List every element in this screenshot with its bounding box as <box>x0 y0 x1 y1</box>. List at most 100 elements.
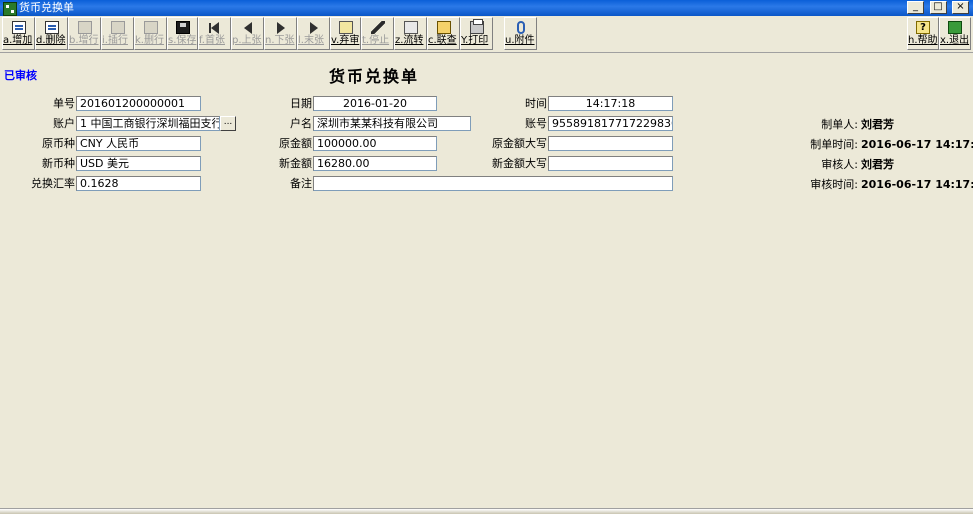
attachment-button-label: u.附件 <box>505 35 535 46</box>
toolbar: a.增加 d.删除 b.增行 i.插行 k.删行 s.保存 f.首张 p.上张 … <box>0 16 973 53</box>
minimize-icon: _ <box>913 1 918 12</box>
unaudit-button[interactable]: v.弃审 <box>330 17 361 50</box>
unaudit-button-label: v.弃审 <box>331 35 360 46</box>
close-icon: × <box>956 1 965 12</box>
save-button-label: s.保存 <box>168 35 197 46</box>
account-name-label: 户名 <box>290 117 312 130</box>
link-query-button[interactable]: c.联查 <box>427 17 460 50</box>
remark-label: 备注 <box>290 177 312 190</box>
new-currency-field[interactable]: USD 美元 <box>76 156 201 171</box>
audit-time-value: 2016-06-17 14:17:50 <box>861 178 973 191</box>
bottom-border <box>0 508 973 514</box>
auditor-label: 审核人: <box>821 158 858 171</box>
stop-button-label: t.停止 <box>362 35 390 46</box>
delete-row-icon <box>143 21 158 34</box>
delete-row-button-label: k.删行 <box>135 35 164 46</box>
maximize-icon: □ <box>933 1 943 12</box>
next-record-button[interactable]: n.下张 <box>264 17 297 50</box>
new-currency-label: 新币种 <box>42 157 75 170</box>
attachment-icon <box>516 21 525 34</box>
delete-button-label: d.删除 <box>36 35 66 46</box>
help-icon: ? <box>916 21 930 34</box>
account-label: 账户 <box>53 117 75 130</box>
add-button-label: a.增加 <box>3 35 33 46</box>
audit-status: 已审核 <box>4 69 37 82</box>
doc-no-field[interactable]: 201601200000001 <box>76 96 201 111</box>
window-title: 货币兑换单 <box>19 1 74 14</box>
rate-label: 兑换汇率 <box>31 177 75 190</box>
date-label: 日期 <box>290 97 312 110</box>
save-disk-icon <box>175 21 190 34</box>
account-no-field[interactable]: 95589181771722983​68 <box>548 116 673 131</box>
created-time-label: 制单时间: <box>810 138 858 151</box>
new-amount-label: 新金额 <box>279 157 312 170</box>
account-no-label: 账号 <box>525 117 547 130</box>
doc-no-label: 单号 <box>53 97 75 110</box>
account-name-field[interactable]: 深圳市某某科技有限公司 <box>313 116 471 131</box>
new-document-icon <box>11 21 26 34</box>
window-titlebar: 货币兑换单 _ □ × <box>0 0 973 16</box>
close-button[interactable]: × <box>952 1 969 14</box>
orig-currency-field[interactable]: CNY 人民币 <box>76 136 201 151</box>
created-time-value: 2016-06-17 14:17:18 <box>861 138 973 151</box>
first-record-icon <box>210 22 219 34</box>
orig-amount-upper-field[interactable] <box>548 136 673 151</box>
add-button[interactable]: a.增加 <box>2 17 35 50</box>
delete-button[interactable]: d.删除 <box>35 17 68 50</box>
orig-currency-label: 原币种 <box>42 137 75 150</box>
prev-record-icon <box>243 22 252 34</box>
rate-field[interactable]: 0.1628 <box>76 176 201 191</box>
time-field[interactable]: 14:17:18 <box>548 96 673 111</box>
creator-label: 制单人: <box>821 118 858 131</box>
exit-button-label: x.退出 <box>940 35 970 46</box>
audit-time-label: 审核时间: <box>810 178 858 191</box>
account-browse-button[interactable]: ... <box>220 116 236 131</box>
new-amount-field[interactable]: 16280.00 <box>313 156 437 171</box>
maximize-button[interactable]: □ <box>929 1 947 14</box>
first-record-button[interactable]: f.首张 <box>198 17 231 50</box>
link-query-button-label: c.联查 <box>428 35 457 46</box>
new-amount-upper-field[interactable] <box>548 156 673 171</box>
app-icon <box>3 2 17 16</box>
insert-row-icon <box>110 21 125 34</box>
add-row-button[interactable]: b.增行 <box>68 17 101 50</box>
add-row-button-label: b.增行 <box>69 35 99 46</box>
orig-amount-label: 原金额 <box>279 137 312 150</box>
print-button[interactable]: Y.打印 <box>460 17 493 50</box>
stop-button[interactable]: t.停止 <box>361 17 394 50</box>
creator-value: 刘君芳 <box>861 118 894 131</box>
help-button-label: h.帮助 <box>908 35 938 46</box>
account-field[interactable]: 1 中国工商银行深圳福田支行 <box>76 116 220 131</box>
next-record-icon <box>276 22 285 34</box>
flow-button-label: z.流转 <box>395 35 424 46</box>
attachment-button[interactable]: u.附件 <box>504 17 537 50</box>
orig-amount-field[interactable]: 100000.00 <box>313 136 437 151</box>
next-record-button-label: n.下张 <box>265 35 295 46</box>
last-record-button-label: l.末张 <box>298 35 324 46</box>
new-amount-upper-label: 新金额大写 <box>492 157 547 170</box>
save-button[interactable]: s.保存 <box>167 17 198 50</box>
orig-amount-upper-label: 原金额大写 <box>492 137 547 150</box>
help-button[interactable]: ? h.帮助 <box>907 17 939 50</box>
flow-button[interactable]: z.流转 <box>394 17 427 50</box>
last-record-button[interactable]: l.末张 <box>297 17 330 50</box>
insert-row-button-label: i.插行 <box>102 35 128 46</box>
prev-record-button-label: p.上张 <box>232 35 262 46</box>
auditor-value: 刘君芳 <box>861 158 894 171</box>
insert-row-button[interactable]: i.插行 <box>101 17 134 50</box>
minimize-button[interactable]: _ <box>907 1 924 14</box>
delete-row-button[interactable]: k.删行 <box>134 17 167 50</box>
unaudit-stamp-icon <box>338 21 353 34</box>
first-record-button-label: f.首张 <box>199 35 225 46</box>
date-field[interactable]: 2016-01-20 <box>313 96 437 111</box>
remark-field[interactable] <box>313 176 673 191</box>
printer-icon <box>469 19 484 34</box>
link-query-icon <box>436 21 451 34</box>
print-button-label: Y.打印 <box>461 35 489 46</box>
exit-door-icon <box>948 21 962 34</box>
prev-record-button[interactable]: p.上张 <box>231 17 264 50</box>
last-record-icon <box>309 22 318 34</box>
form-title: 货币兑换单 <box>328 67 419 86</box>
exit-button[interactable]: x.退出 <box>939 17 971 50</box>
pen-icon <box>370 21 385 34</box>
